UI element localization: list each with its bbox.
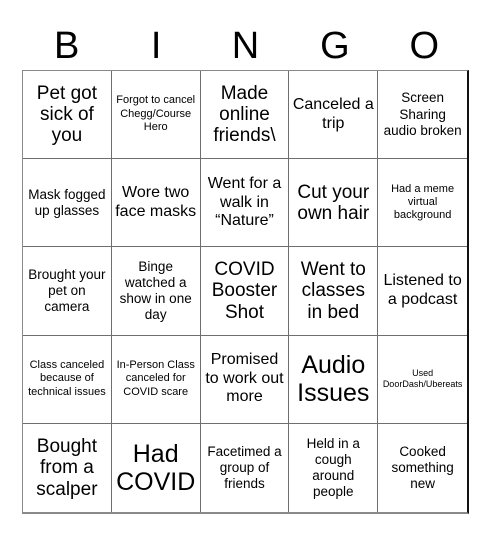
bingo-cell-label: Screen Sharing audio broken <box>383 90 462 138</box>
bingo-cell-label: Mask fogged up glasses <box>28 186 106 218</box>
bingo-cell-label: Canceled a trip <box>292 96 374 132</box>
bingo-cell[interactable]: Canceled a trip <box>289 71 379 160</box>
bingo-cell[interactable]: Listened to a podcast <box>378 247 467 336</box>
bingo-cell[interactable]: Made online friends\ <box>200 71 290 160</box>
bingo-cell[interactable]: Promised to work out more <box>200 335 290 424</box>
bingo-cell[interactable]: Brought your pet on camera <box>23 247 112 336</box>
bingo-header-letter-o: O <box>409 25 440 67</box>
bingo-cell-label: Went to classes in bed <box>300 259 366 323</box>
bingo-cell-label: COVID Booster Shot <box>211 259 278 323</box>
bingo-cell-label: Promised to work out more <box>205 351 284 406</box>
bingo-cell-label: Listened to a podcast <box>383 272 462 308</box>
bingo-cell-label: In-Person Class canceled for COVID scare <box>116 359 195 398</box>
bingo-cell-label: Made online friends\ <box>213 82 276 147</box>
bingo-cell[interactable]: Facetimed a group of friends <box>200 423 290 512</box>
bingo-cell[interactable]: Binge watched a show in one day <box>111 247 201 336</box>
bingo-cell[interactable]: Cut your own hair <box>289 159 379 248</box>
bingo-card: B I N G O Pet got sick of you Forgot to … <box>0 0 500 544</box>
bingo-header-letter-n: N <box>231 25 260 67</box>
bingo-cell-label: Held in a cough around people <box>306 435 360 500</box>
bingo-cell[interactable]: Cooked something new <box>378 423 467 512</box>
bingo-header-letter-g: G <box>320 25 350 67</box>
bingo-cell[interactable]: Class canceled because of technical issu… <box>23 335 112 424</box>
bingo-cell-label: Binge watched a show in one day <box>119 258 192 323</box>
bingo-cell-label: Used DoorDash/Ubereats <box>382 367 463 390</box>
bingo-cell-label: Had COVID <box>116 439 196 496</box>
bingo-cell-label: Cut your own hair <box>297 181 370 224</box>
bingo-cell[interactable]: Screen Sharing audio broken <box>378 71 467 160</box>
bingo-cell[interactable]: Forgot to cancel Chegg/Course Hero <box>111 71 201 160</box>
bingo-cell[interactable]: Wore two face masks <box>111 159 201 248</box>
bingo-cell[interactable]: In-Person Class canceled for COVID scare <box>111 335 201 424</box>
bingo-cell[interactable]: COVID Booster Shot <box>200 247 290 336</box>
bingo-cell[interactable]: Bought from a scalper <box>23 423 112 512</box>
bingo-grid: Pet got sick of you Forgot to cancel Che… <box>22 70 469 514</box>
bingo-cell-label: Brought your pet on camera <box>28 266 106 315</box>
bingo-cell-label: Forgot to cancel Chegg/Course Hero <box>116 94 196 134</box>
bingo-cell[interactable]: Went to classes in bed <box>289 247 379 336</box>
bingo-cell-label: Pet got sick of you <box>36 82 97 147</box>
bingo-cell[interactable]: Went for a walk in “Nature” <box>200 159 290 248</box>
bingo-cell-label: Had a meme virtual background <box>391 182 455 222</box>
bingo-cell-label: Wore two face masks <box>115 184 197 220</box>
bingo-cell-label: Facetimed a group of friends <box>207 443 282 491</box>
bingo-cell-label: Class canceled because of technical issu… <box>28 359 106 398</box>
bingo-cell-label: Cooked something new <box>391 443 454 491</box>
bingo-cell-label: Audio Issues <box>297 351 370 408</box>
bingo-cell[interactable]: Mask fogged up glasses <box>23 159 112 248</box>
bingo-header-letter-i: I <box>150 25 162 67</box>
bingo-cell[interactable]: Pet got sick of you <box>23 71 112 160</box>
bingo-cell[interactable]: Used DoorDash/Ubereats <box>378 335 467 424</box>
bingo-cell-label: Went for a walk in “Nature” <box>207 174 282 230</box>
bingo-header-row: B I N G O <box>22 22 469 70</box>
bingo-cell[interactable]: Had COVID <box>111 423 201 512</box>
bingo-cell[interactable]: Audio Issues <box>289 335 379 424</box>
bingo-cell[interactable]: Had a meme virtual background <box>378 159 467 248</box>
bingo-cell-label: Bought from a scalper <box>36 435 98 500</box>
bingo-cell[interactable]: Held in a cough around people <box>289 423 379 512</box>
bingo-header-letter-b: B <box>54 25 80 67</box>
